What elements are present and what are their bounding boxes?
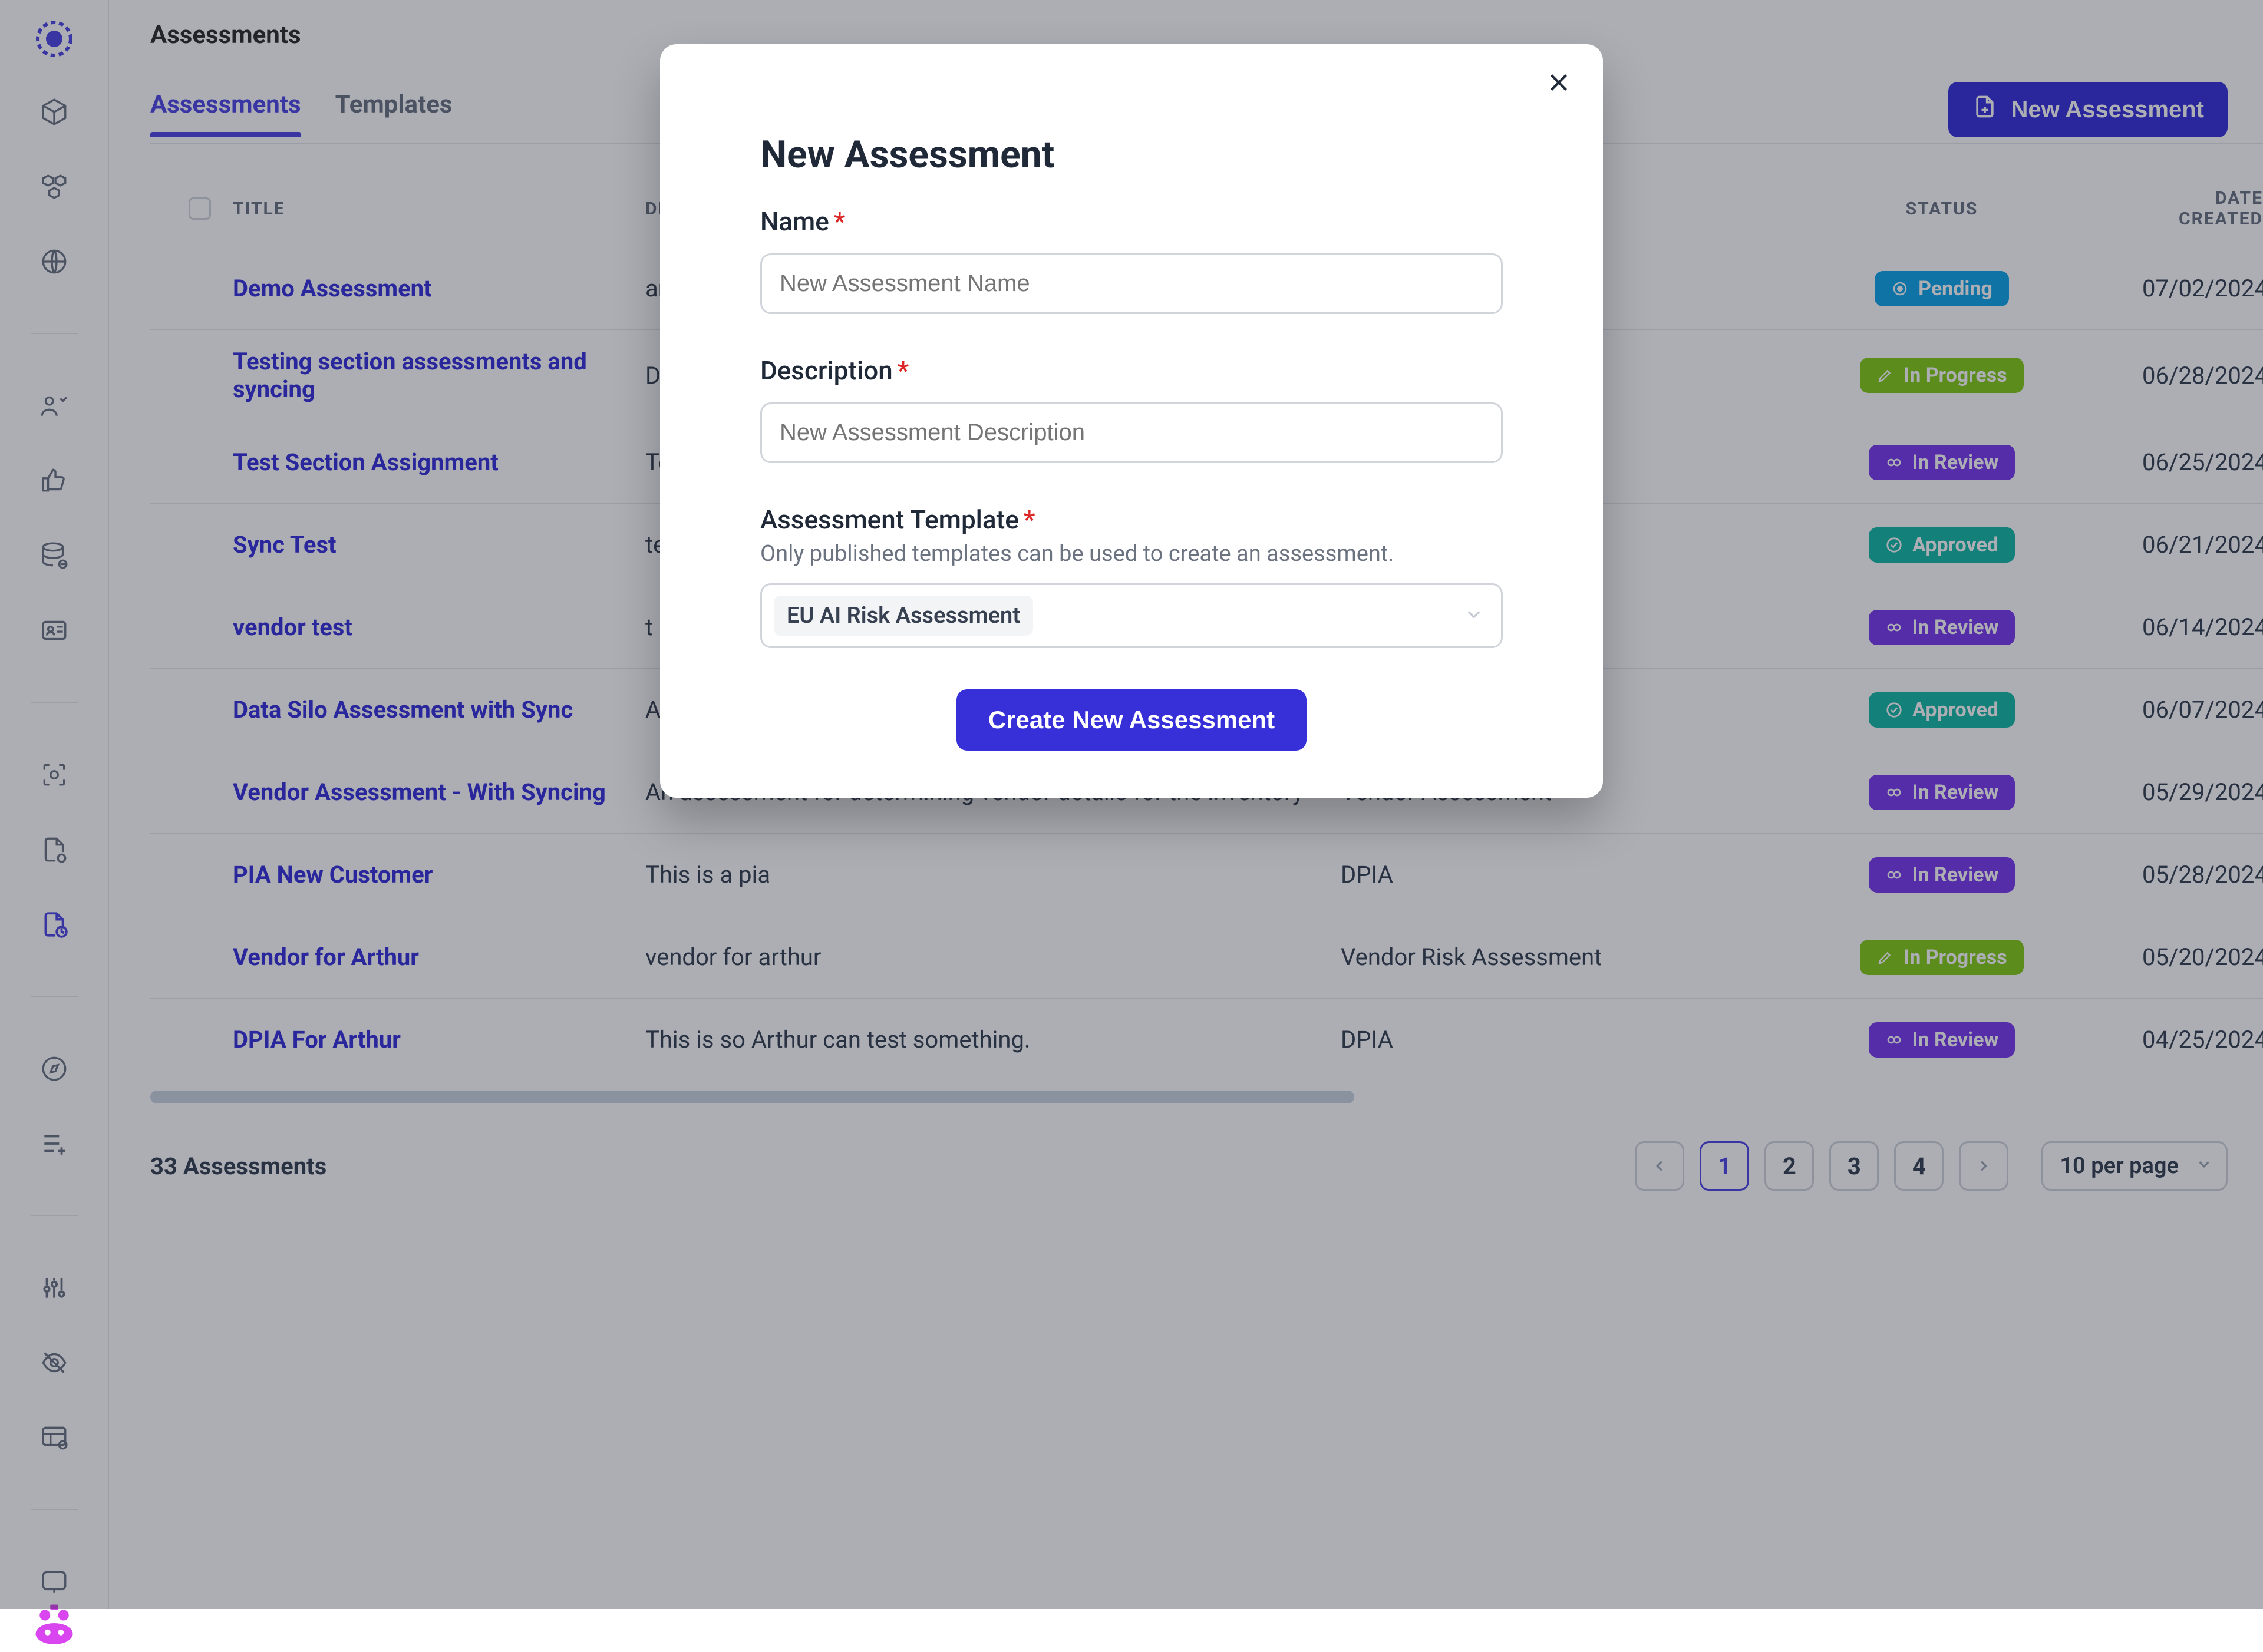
name-field-group: Name* <box>760 206 1503 314</box>
template-label: Assessment Template* <box>760 504 1503 535</box>
required-asterisk: * <box>834 206 846 237</box>
name-label: Name* <box>760 206 1503 237</box>
name-input[interactable] <box>760 253 1503 314</box>
new-assessment-modal: New Assessment Name* Description* Assess… <box>660 44 1603 798</box>
description-input[interactable] <box>760 402 1503 463</box>
required-asterisk: * <box>898 355 909 386</box>
chevron-down-icon <box>1463 604 1485 627</box>
description-label: Description* <box>760 355 1503 386</box>
create-assessment-button[interactable]: Create New Assessment <box>956 689 1307 751</box>
close-icon[interactable] <box>1544 68 1573 100</box>
description-field-group: Description* <box>760 355 1503 463</box>
modal-title: New Assessment <box>760 133 1503 177</box>
required-asterisk: * <box>1024 504 1035 535</box>
template-chip: EU AI Risk Assessment <box>774 596 1033 636</box>
template-select[interactable]: EU AI Risk Assessment <box>760 583 1503 648</box>
modal-actions: Create New Assessment <box>760 689 1503 751</box>
modal-overlay[interactable]: New Assessment Name* Description* Assess… <box>0 0 2263 1609</box>
template-hint: Only published templates can be used to … <box>760 541 1503 567</box>
template-field-group: Assessment Template* Only published temp… <box>760 504 1503 648</box>
